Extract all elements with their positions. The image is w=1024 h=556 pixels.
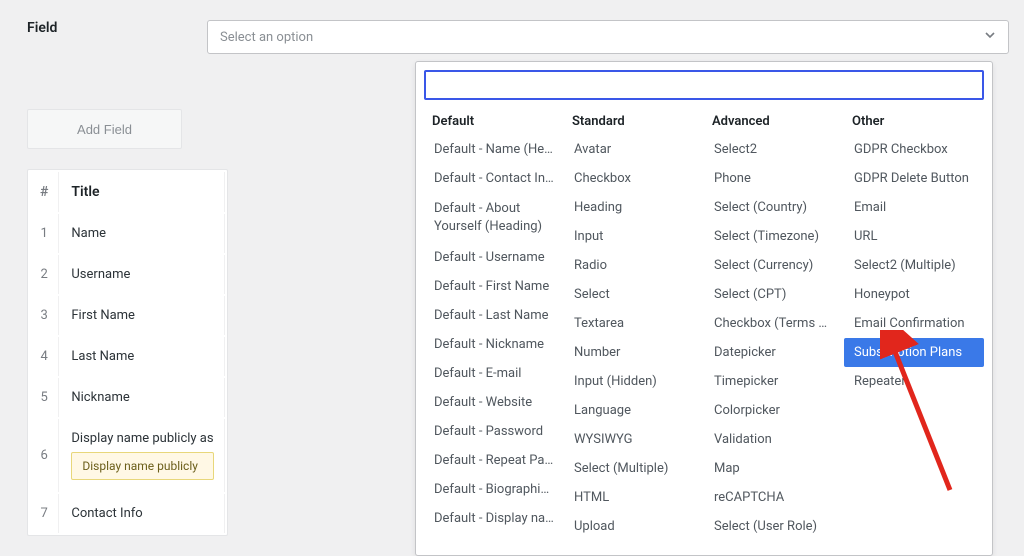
table-row[interactable]: 1Name [30,214,225,253]
dropdown-option[interactable]: Default - Biographical Info [424,475,564,504]
dropdown-option[interactable]: WYSIWYG [564,425,704,454]
dropdown-option[interactable]: Default - Password [424,417,564,446]
dropdown-option[interactable]: Default - E-mail [424,359,564,388]
dropdown-option[interactable]: Email Confirmation [844,309,984,338]
row-title: Display name publicly asDisplay name pub… [61,419,224,492]
dropdown-option[interactable]: Select (CPT) [704,280,844,309]
dropdown-option[interactable]: Default - Website [424,388,564,417]
row-warning: Display name publicly [71,452,213,480]
dropdown-option[interactable]: Default - Username [424,243,564,272]
dropdown-option[interactable]: Default - About Yourself (Heading) [424,193,564,243]
dropdown-option[interactable]: Default - Last Name [424,301,564,330]
dropdown-group-default: Default [424,110,564,135]
dropdown-option[interactable]: Subscription Plans [844,338,984,367]
dropdown-option[interactable]: Honeypot [844,280,984,309]
dropdown-group-standard: Standard [564,110,704,135]
dropdown-group-advanced: Advanced [704,110,844,135]
dropdown-option[interactable]: HTML [564,483,704,512]
table-head-title: Title [61,172,224,212]
dropdown-option[interactable]: Radio [564,251,704,280]
dropdown-search-input[interactable] [424,70,984,100]
dropdown-option[interactable]: Select (Timezone) [704,222,844,251]
dropdown-option[interactable]: Heading [564,193,704,222]
dropdown-option[interactable]: Input [564,222,704,251]
dropdown-option[interactable]: URL [844,222,984,251]
table-head-num: # [30,172,59,212]
dropdown-option[interactable]: Default - Repeat Password [424,446,564,475]
row-number: 2 [30,255,59,294]
select-placeholder: Select an option [220,30,313,45]
dropdown-option[interactable]: Map [704,454,844,483]
dropdown-option[interactable]: Textarea [564,309,704,338]
dropdown-option[interactable]: Select (Currency) [704,251,844,280]
dropdown-option[interactable]: Default - Display name publicly as [424,504,564,533]
row-title: Last Name [61,337,224,376]
dropdown-option[interactable]: Default - First Name [424,272,564,301]
dropdown-option[interactable]: Default - Contact Info (Heading) [424,164,564,193]
dropdown-option[interactable]: Validation [704,425,844,454]
fields-table: # Title 1Name2Username3First Name4Last N… [27,169,228,536]
dropdown-option[interactable]: Select (User Role) [704,512,844,541]
dropdown-option[interactable]: Repeater [844,367,984,396]
table-row[interactable]: 6Display name publicly asDisplay name pu… [30,419,225,492]
row-number: 7 [30,494,59,533]
dropdown-option[interactable]: Number [564,338,704,367]
dropdown-option[interactable]: Select (Country) [704,193,844,222]
field-select-dropdown: DefaultDefault - Name (Heading)Default -… [415,61,993,556]
dropdown-option[interactable]: reCAPTCHA [704,483,844,512]
dropdown-option[interactable]: Input (Hidden) [564,367,704,396]
row-number: 1 [30,214,59,253]
table-row[interactable]: 7Contact Info [30,494,225,533]
row-number: 5 [30,378,59,417]
row-number: 4 [30,337,59,376]
field-select-trigger[interactable]: Select an option DefaultDefault - Name (… [207,20,1009,54]
dropdown-option[interactable]: Language [564,396,704,425]
dropdown-option[interactable]: Avatar [564,135,704,164]
row-title: Username [61,255,224,294]
dropdown-option[interactable]: Colorpicker [704,396,844,425]
table-row[interactable]: 3First Name [30,296,225,335]
dropdown-option[interactable]: Phone [704,164,844,193]
row-number: 6 [30,419,59,492]
row-title: Nickname [61,378,224,417]
row-title: First Name [61,296,224,335]
dropdown-option[interactable]: Checkbox (Terms and Conditions) [704,309,844,338]
dropdown-option[interactable]: GDPR Delete Button [844,164,984,193]
dropdown-option[interactable]: Select2 (Multiple) [844,251,984,280]
dropdown-option[interactable]: Datepicker [704,338,844,367]
dropdown-option[interactable]: Timepicker [704,367,844,396]
dropdown-option[interactable]: Select [564,280,704,309]
dropdown-option[interactable]: Checkbox [564,164,704,193]
table-row[interactable]: 5Nickname [30,378,225,417]
chevron-down-icon [984,29,996,45]
field-label: Field [12,20,207,36]
dropdown-option[interactable]: GDPR Checkbox [844,135,984,164]
row-number: 3 [30,296,59,335]
dropdown-option[interactable]: Upload [564,512,704,541]
dropdown-option[interactable]: Default - Nickname [424,330,564,359]
dropdown-option[interactable]: Select (Multiple) [564,454,704,483]
row-title: Name [61,214,224,253]
row-title: Contact Info [61,494,224,533]
dropdown-option[interactable]: Email [844,193,984,222]
table-row[interactable]: 2Username [30,255,225,294]
dropdown-option[interactable]: Default - Name (Heading) [424,135,564,164]
dropdown-group-other: Other [844,110,984,135]
table-row[interactable]: 4Last Name [30,337,225,376]
dropdown-option[interactable]: Select2 [704,135,844,164]
add-field-button[interactable]: Add Field [27,109,182,149]
